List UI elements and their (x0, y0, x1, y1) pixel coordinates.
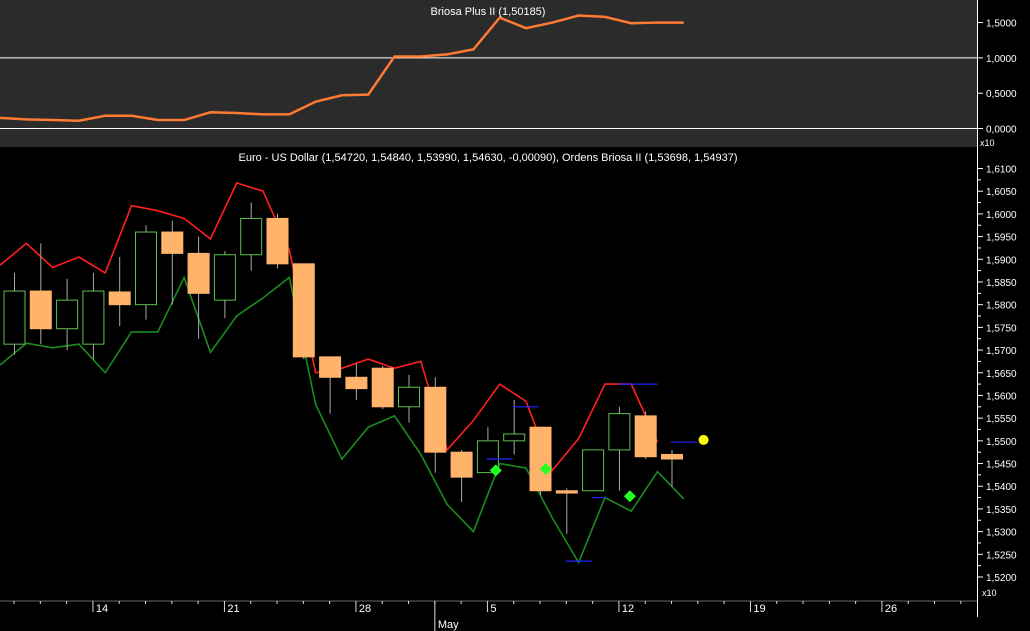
current-signal-dot (698, 434, 709, 445)
bullish-candle-body (3, 290, 26, 345)
bearish-candle-body (319, 356, 342, 378)
bearish-candle-body (108, 291, 131, 306)
signal-diamond (623, 490, 636, 503)
price-tick-label: 1,5350 (986, 505, 1017, 516)
bearish-candle-body (529, 426, 552, 492)
indicator-multiplier: x10 (980, 138, 995, 148)
price-y-axis: 1,5200 1,5250 1,5300 1,5350 1,5400 1,5450 1,55… (978, 165, 1017, 589)
indicator-title: Briosa Plus II (1,50185) (431, 6, 546, 18)
bullish-candle-body (608, 413, 631, 451)
bearish-candle-body (555, 490, 578, 494)
price-tick-label: 1,5700 (986, 346, 1017, 357)
price-tick-label: 1,5800 (986, 301, 1017, 312)
bearish-candle-body (424, 386, 447, 453)
bullish-candle-body (213, 254, 236, 301)
time-axis-labels: 14 21 28 5 12 19 26 May (13, 601, 962, 631)
bearish-candle-body (266, 217, 289, 265)
bearish-candle-body (371, 367, 394, 408)
price-tick-label: 1,6100 (986, 165, 1017, 176)
chart-window: Briosa Plus II (1,50185) 0,0000 0,5000 1,0… (0, 0, 1030, 631)
price-tick-label: 1,5750 (986, 323, 1017, 334)
bearish-candle-body (29, 290, 52, 330)
bearish-candle-body (345, 376, 368, 390)
price-title: Euro - US Dollar (1,54720, 1,54840, 1,53… (239, 152, 738, 164)
price-tick-label: 1,5850 (986, 278, 1017, 289)
bearish-candle-body (161, 231, 184, 254)
time-day-label: 12 (622, 603, 634, 615)
time-month-label: May (438, 619, 459, 631)
time-day-label: 21 (227, 603, 239, 615)
indicator-tick-label: 0,5000 (986, 89, 1017, 100)
time-day-label: 5 (490, 603, 496, 615)
indicator-tick-label: 1,0000 (986, 54, 1017, 65)
bearish-candle-body (292, 263, 315, 358)
band-lines (0, 182, 685, 565)
indicator-y-axis: 0,0000 0,5000 1,0000 1,5000 (978, 19, 1017, 136)
bullish-candle-body (503, 433, 526, 442)
indicator-tick-label: 1,5000 (986, 19, 1017, 30)
price-panel: Euro - US Dollar (1,54720, 1,54840, 1,53… (0, 152, 1017, 598)
time-day-label: 26 (885, 603, 897, 615)
time-day-label: 14 (96, 603, 108, 615)
time-day-label: 19 (753, 603, 765, 615)
bearish-candle-body (450, 451, 473, 478)
chart-svg: Briosa Plus II (1,50185) 0,0000 0,5000 1,0… (0, 0, 1017, 631)
price-tick-label: 1,5900 (986, 255, 1017, 266)
price-tick-label: 1,5650 (986, 369, 1017, 380)
price-tick-label: 1,5500 (986, 437, 1017, 448)
price-multiplier: x10 (982, 588, 997, 598)
indicator-panel: Briosa Plus II (1,50185) 0,0000 0,5000 1,0… (0, 0, 1017, 148)
price-tick-label: 1,5950 (986, 233, 1017, 244)
bearish-candle-body (634, 415, 657, 458)
time-axis: 14 21 28 5 12 19 26 May (0, 600, 977, 631)
bullish-candle-body (135, 231, 157, 306)
bullish-candle-body (398, 386, 420, 408)
price-tick-label: 1,5600 (986, 391, 1017, 402)
bullish-candle-body (240, 217, 263, 256)
price-tick-label: 1,5250 (986, 550, 1017, 561)
time-day-label: 28 (359, 603, 371, 615)
bullish-candle-body (56, 299, 79, 330)
price-tick-label: 1,5400 (986, 482, 1017, 493)
bullish-candle-body (582, 449, 605, 492)
price-tick-label: 1,5550 (986, 414, 1017, 425)
indicator-panel-background (0, 0, 977, 147)
bullish-candle-body (82, 290, 105, 345)
price-tick-label: 1,6000 (986, 210, 1017, 221)
price-tick-label: 1,5450 (986, 460, 1017, 471)
price-tick-label: 1,5200 (986, 573, 1017, 584)
bearish-candle-body (187, 252, 210, 294)
price-tick-label: 1,6050 (986, 187, 1017, 198)
price-tick-label: 1,5300 (986, 528, 1017, 539)
indicator-tick-label: 0,0000 (986, 125, 1017, 136)
bearish-candle-body (661, 453, 683, 460)
